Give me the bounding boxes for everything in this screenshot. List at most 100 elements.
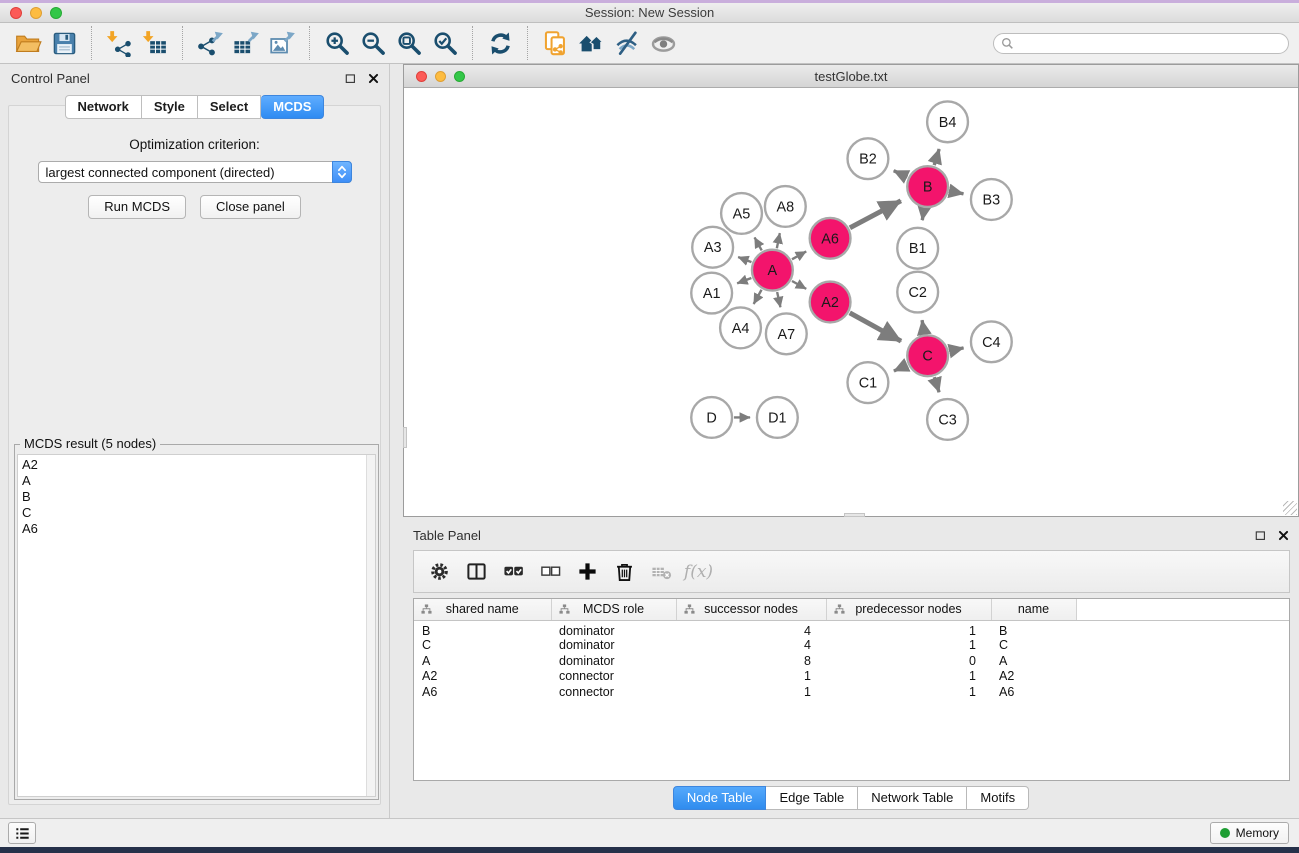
graph-node-B4[interactable]: B4 [927,101,968,142]
show-columns-button[interactable] [460,555,493,588]
column-header-mcds-role[interactable]: MCDS role [551,599,676,620]
graph-edge-C-C4[interactable] [950,348,964,351]
table-cell[interactable]: A [414,653,551,669]
hide-network-button[interactable] [609,25,645,61]
table-cell[interactable]: dominator [551,653,676,669]
graph-node-A3[interactable]: A3 [692,227,733,268]
select-all-button[interactable] [497,555,530,588]
graph-node-C4[interactable]: C4 [971,321,1012,362]
graph-edge-B-B2[interactable] [894,171,908,177]
table-row[interactable]: A6connector11A6 [414,684,1289,700]
table-cell[interactable]: dominator [551,620,676,638]
column-header-name[interactable]: name [991,599,1076,620]
zoom-fit-button[interactable] [391,25,427,61]
graph-node-B2[interactable]: B2 [848,138,889,179]
network-graph[interactable]: B4B2BB3A8A5A6A3B1AC2A1A2A4A7C4CC1DD1C3 [404,89,1298,516]
graph-edge-C-C3[interactable] [934,377,939,392]
graph-edge-A-A2[interactable] [792,281,806,289]
tab-node-table[interactable]: Node Table [673,786,767,810]
table-cell[interactable]: 1 [826,684,991,700]
table-cell[interactable]: B [991,620,1076,638]
delete-column-button[interactable] [608,555,641,588]
graph-node-C1[interactable]: C1 [848,362,889,403]
search-input[interactable] [1018,36,1281,50]
table-cell[interactable]: 1 [676,669,826,685]
tab-select[interactable]: Select [198,95,261,119]
vertical-splitter-handle[interactable] [403,427,407,448]
table-cell[interactable]: connector [551,669,676,685]
graph-edge-A-A4[interactable] [754,290,762,304]
graph-edge-A-A1[interactable] [737,278,751,283]
graph-edge-A-A3[interactable] [738,257,751,262]
graph-edge-B-B1[interactable] [922,209,924,221]
table-cell[interactable]: 4 [676,620,826,638]
table-close-panel-button[interactable] [1276,528,1290,542]
table-cell[interactable]: 1 [826,638,991,654]
graph-edge-C-C1[interactable] [894,365,907,371]
settings-gear-button[interactable] [423,555,456,588]
zoom-window-button[interactable] [50,7,62,19]
table-cell[interactable]: A6 [414,684,551,700]
network-zoom-button[interactable] [454,71,465,82]
memory-button[interactable]: Memory [1210,822,1289,844]
export-table-button[interactable] [228,25,264,61]
network-documents-button[interactable] [537,25,573,61]
mcds-result-item[interactable]: A6 [18,521,375,537]
table-cell[interactable]: C [414,638,551,654]
float-panel-button[interactable] [343,71,357,85]
graph-node-A8[interactable]: A8 [765,186,806,227]
column-header-shared-name[interactable]: shared name [414,599,551,620]
tab-motifs[interactable]: Motifs [967,786,1029,810]
graph-node-A7[interactable]: A7 [766,313,807,354]
mcds-result-item[interactable]: A [18,473,375,489]
table-cell[interactable]: A6 [991,684,1076,700]
home-button[interactable] [573,25,609,61]
graph-node-D[interactable]: D [691,397,732,438]
tab-mcds[interactable]: MCDS [261,95,324,119]
network-canvas[interactable]: B4B2BB3A8A5A6A3B1AC2A1A2A4A7C4CC1DD1C3 [404,89,1298,516]
table-cell[interactable]: connector [551,684,676,700]
mcds-result-item[interactable]: A2 [18,457,375,473]
graph-node-B[interactable]: B [907,166,948,207]
graph-edge-A-A5[interactable] [755,237,762,250]
table-cell[interactable]: A [991,653,1076,669]
tab-style[interactable]: Style [142,95,198,119]
graph-edge-A6-B[interactable] [850,201,901,228]
graph-node-C[interactable]: C [907,335,948,376]
graph-node-B1[interactable]: B1 [897,228,938,269]
show-network-button[interactable] [645,25,681,61]
graph-edge-B-B3[interactable] [950,191,964,194]
graph-node-C3[interactable]: C3 [927,399,968,440]
table-cell[interactable]: dominator [551,638,676,654]
tab-network[interactable]: Network [65,95,142,119]
close-window-button[interactable] [10,7,22,19]
graph-node-A2[interactable]: A2 [810,282,851,323]
graph-edge-A-A8[interactable] [777,233,780,248]
zoom-in-button[interactable] [319,25,355,61]
save-session-button[interactable] [46,25,82,61]
criterion-dropdown[interactable]: largest connected component (directed) [38,161,352,183]
result-scrollbar[interactable] [366,455,375,796]
graph-edge-A-A6[interactable] [792,251,806,259]
tab-edge-table[interactable]: Edge Table [766,786,858,810]
table-cell[interactable]: 1 [676,684,826,700]
table-cell[interactable]: 1 [826,620,991,638]
table-cell[interactable]: B [414,620,551,638]
table-cell[interactable]: 8 [676,653,826,669]
zoom-out-button[interactable] [355,25,391,61]
search-box[interactable] [993,33,1289,54]
mcds-result-item[interactable]: B [18,489,375,505]
graph-edge-A-A7[interactable] [777,292,780,307]
table-cell[interactable]: 0 [826,653,991,669]
table-cell[interactable]: C [991,638,1076,654]
run-mcds-button[interactable]: Run MCDS [88,195,186,219]
export-network-button[interactable] [192,25,228,61]
import-network-button[interactable] [101,25,137,61]
graph-edge-B-B4[interactable] [934,149,939,165]
close-panel-button[interactable] [366,71,380,85]
network-close-button[interactable] [416,71,427,82]
graph-node-A5[interactable]: A5 [721,193,762,234]
table-cell[interactable]: A2 [991,669,1076,685]
graph-node-A[interactable]: A [752,250,793,291]
open-session-button[interactable] [10,25,46,61]
